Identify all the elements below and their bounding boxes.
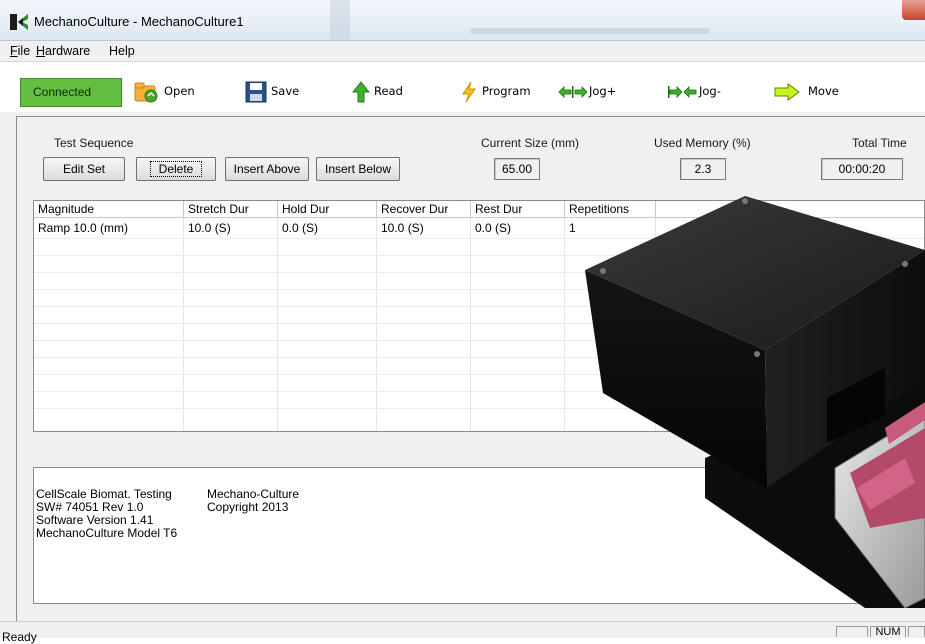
jog-plus-button[interactable]: Jog+	[558, 80, 616, 102]
cell-stretch-dur[interactable]: 10.0 (S)	[184, 221, 231, 235]
menu-file[interactable]: File	[10, 44, 30, 58]
info-line: MechanoCulture Model T6	[36, 526, 178, 540]
delete-button[interactable]: Delete	[136, 157, 216, 181]
current-size-value: 65.00	[494, 158, 540, 180]
status-panel-scrl	[908, 626, 925, 637]
column-header-magnitude[interactable]: Magnitude	[34, 201, 184, 218]
column-divider	[277, 218, 278, 431]
column-header-recover-dur[interactable]: Recover Dur	[377, 201, 471, 218]
cell-recover-dur[interactable]: 10.0 (S)	[377, 221, 424, 235]
move-label: Move	[808, 84, 839, 98]
menu-help[interactable]: Help	[109, 44, 135, 58]
client-border-top	[16, 116, 925, 117]
read-label: Read	[374, 84, 403, 98]
client-border-left	[16, 116, 17, 637]
right-arrow-icon	[774, 82, 800, 101]
lightning-bolt-icon	[462, 81, 476, 102]
column-header-stretch-dur[interactable]: Stretch Dur	[184, 201, 278, 218]
program-label: Program	[482, 84, 531, 98]
jog-plus-label: Jog+	[589, 84, 617, 98]
status-panel-empty	[836, 626, 868, 637]
window-title: MechanoCulture - MechanoCulture1	[34, 14, 244, 29]
save-disk-icon	[245, 81, 267, 102]
column-divider	[470, 218, 471, 431]
column-divider	[564, 218, 565, 431]
menu-hardware[interactable]: Hardware	[36, 44, 90, 58]
app-logo-icon	[10, 14, 28, 30]
mechanoculture-device-image	[585, 196, 925, 608]
total-time-label: Total Time	[852, 136, 907, 150]
used-memory-value: 2.3	[680, 158, 726, 180]
jog-minus-label: Jog-	[699, 84, 721, 98]
num-lock-indicator: NUM	[870, 626, 906, 638]
save-label: Save	[271, 84, 300, 98]
current-size-label: Current Size (mm)	[481, 136, 580, 150]
window-close-button[interactable]	[902, 0, 925, 20]
up-arrow-icon	[352, 80, 370, 102]
cell-rest-dur[interactable]: 0.0 (S)	[471, 221, 511, 235]
status-bar	[0, 621, 925, 638]
title-bar: MechanoCulture - MechanoCulture1	[0, 0, 925, 41]
connected-status-button[interactable]: Connected	[20, 78, 122, 107]
cell-magnitude[interactable]: Ramp 10.0 (mm)	[34, 221, 128, 235]
save-button[interactable]: Save	[245, 80, 299, 102]
program-button[interactable]: Program	[460, 80, 531, 102]
jog-inward-arrows-icon	[668, 85, 697, 98]
delete-label: Delete	[149, 161, 203, 177]
move-button[interactable]: Move	[774, 80, 839, 102]
insert-below-button[interactable]: Insert Below	[316, 157, 400, 181]
column-divider	[376, 218, 377, 431]
insert-above-button[interactable]: Insert Above	[225, 157, 309, 181]
cell-repetitions[interactable]: 1	[565, 221, 576, 235]
info-line: Copyright 2013	[207, 500, 289, 514]
total-time-value: 00:00:20	[821, 158, 903, 180]
open-label: Open	[164, 84, 195, 98]
column-divider	[183, 218, 184, 431]
status-text: Ready	[2, 630, 37, 644]
test-sequence-label: Test Sequence	[54, 136, 134, 150]
background-window-glass-2	[470, 28, 710, 34]
background-window-glass	[330, 0, 350, 40]
open-button[interactable]: Open	[134, 80, 195, 102]
column-header-hold-dur[interactable]: Hold Dur	[278, 201, 377, 218]
device-info-column-2: Mechano-Culture Copyright 2013	[207, 488, 299, 514]
column-header-rest-dur[interactable]: Rest Dur	[471, 201, 565, 218]
device-info-column-1: CellScale Biomat. Testing SW# 74051 Rev …	[36, 488, 177, 540]
menu-bar: File Hardware Help	[0, 41, 925, 62]
read-button[interactable]: Read	[352, 80, 403, 102]
toolbar: Connected Open Save Read Program Jog+ Jo…	[0, 62, 925, 113]
cell-hold-dur[interactable]: 0.0 (S)	[278, 221, 318, 235]
used-memory-label: Used Memory (%)	[654, 136, 751, 150]
jog-minus-button[interactable]: Jog-	[668, 80, 721, 102]
edit-set-button[interactable]: Edit Set	[43, 157, 125, 181]
jog-outward-arrows-icon	[558, 85, 588, 98]
open-folder-icon	[134, 82, 158, 102]
